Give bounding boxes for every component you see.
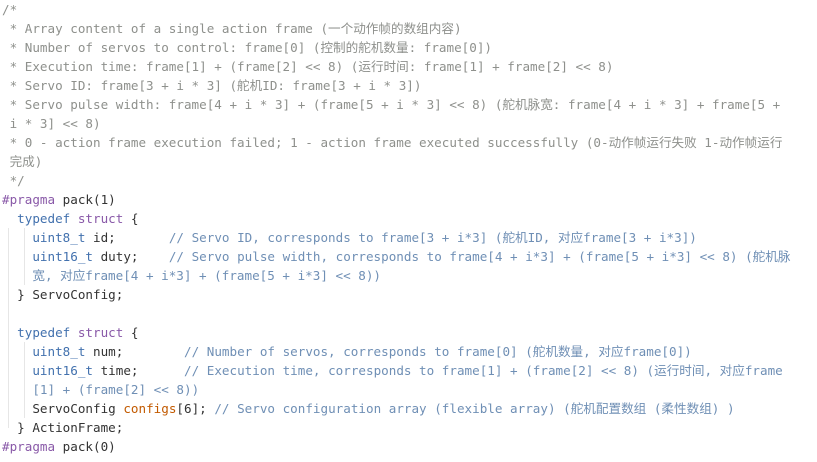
code-line: } ServoConfig; <box>2 285 817 304</box>
code-line: #pragma pack(0) <box>2 437 817 456</box>
code-line: 宽, 对应frame[4 + i*3] + (frame[5 + i*3] <<… <box>2 266 817 285</box>
code-line: * Number of servos to control: frame[0] … <box>2 38 817 57</box>
code-line: #pragma pack(1) <box>2 190 817 209</box>
code-line: * Servo ID: frame[3 + i * 3] (舵机ID: fram… <box>2 76 817 95</box>
code-line: } ActionFrame; <box>2 418 817 437</box>
indent-guide <box>24 342 25 418</box>
field-comment: // Servo ID, corresponds to frame[3 + i*… <box>168 230 697 245</box>
field-comment-continued: [1] + (frame[2] << 8)) <box>32 382 200 397</box>
comment-text: * Servo ID: frame[3 + i * 3] (舵机ID: fram… <box>2 78 422 93</box>
comment-text: * Array content of a single action frame… <box>2 21 462 36</box>
code-line: uint16_t duty; // Servo pulse width, cor… <box>2 247 817 266</box>
pragma-directive: #pragma <box>2 439 56 454</box>
code-line: ServoConfig configs[6]; // Servo configu… <box>2 399 817 418</box>
comment-text: 完成) <box>2 154 43 169</box>
field-decl: time; <box>93 363 185 378</box>
code-line: * 0 - action frame execution failed; 1 -… <box>2 133 817 152</box>
field-comment: // Servo pulse width, corresponds to fra… <box>168 249 791 264</box>
typedef-keyword: typedef <box>17 325 71 340</box>
code-line: 完成) <box>2 152 817 171</box>
field-decl: duty; <box>93 249 169 264</box>
field-type: uint8_t <box>32 230 86 245</box>
field-decl: num; <box>85 344 184 359</box>
field-comment-continued: 宽, 对应frame[4 + i*3] + (frame[5 + i*3] <<… <box>32 268 381 283</box>
code-line: uint8_t num; // Number of servos, corres… <box>2 342 817 361</box>
comment-text: * Servo pulse width: frame[4 + i * 3] + … <box>2 97 781 112</box>
comment-close: */ <box>2 173 25 188</box>
code-line: typedef struct { <box>2 323 817 342</box>
comment-text: i * 3] << 8) <box>2 116 101 131</box>
code-editor[interactable]: /* * Array content of a single action fr… <box>0 0 817 456</box>
code-line: uint16_t time; // Execution time, corres… <box>2 361 817 380</box>
comment-text: * Execution time: frame[1] + (frame[2] <… <box>2 59 614 74</box>
code-line: */ <box>2 171 817 190</box>
indent-guide <box>8 228 9 428</box>
field-type: uint16_t <box>32 363 94 378</box>
field-comment: // Servo configuration array (flexible a… <box>214 401 735 416</box>
struct-close: } ServoConfig; <box>17 287 124 302</box>
indent-guide <box>24 228 25 285</box>
code-line: * Servo pulse width: frame[4 + i * 3] + … <box>2 95 817 114</box>
brace-open: { <box>123 211 139 226</box>
pragma-args: pack(0) <box>55 439 116 454</box>
field-type: ServoConfig <box>32 401 116 416</box>
field-comment: // Execution time, corresponds to frame[… <box>184 363 783 378</box>
typedef-keyword: typedef <box>17 211 71 226</box>
field-name: configs <box>123 401 177 416</box>
field-decl: id; <box>85 230 169 245</box>
code-line: typedef struct { <box>2 209 817 228</box>
pragma-args: pack(1) <box>55 192 116 207</box>
field-comment: // Number of servos, corresponds to fram… <box>184 344 692 359</box>
field-type: uint8_t <box>32 344 86 359</box>
brace-open: { <box>123 325 139 340</box>
code-line: uint8_t id; // Servo ID, corresponds to … <box>2 228 817 247</box>
comment-text: * Number of servos to control: frame[0] … <box>2 40 493 55</box>
field-type: uint16_t <box>32 249 94 264</box>
code-line: * Array content of a single action frame… <box>2 19 817 38</box>
struct-keyword: struct <box>77 325 124 340</box>
comment-text: * 0 - action frame execution failed; 1 -… <box>2 135 783 150</box>
comment-open: /* <box>2 2 18 17</box>
code-line: /* <box>2 0 817 19</box>
code-line: * Execution time: frame[1] + (frame[2] <… <box>2 57 817 76</box>
struct-keyword: struct <box>77 211 124 226</box>
field-decl: [6]; <box>176 401 215 416</box>
code-line: [1] + (frame[2] << 8)) <box>2 380 817 399</box>
pragma-directive: #pragma <box>2 192 56 207</box>
code-line: i * 3] << 8) <box>2 114 817 133</box>
struct-close: } ActionFrame; <box>17 420 124 435</box>
